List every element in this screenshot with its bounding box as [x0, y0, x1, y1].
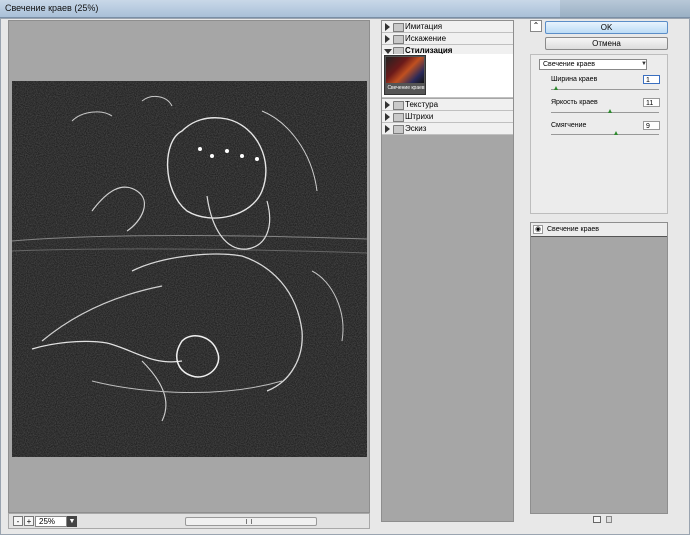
folder-icon: [393, 35, 404, 44]
folder-icon: [393, 101, 404, 110]
preview-toolbar: - + 25% ▼: [8, 513, 370, 529]
category-label: Имитация: [405, 22, 443, 31]
zoom-dropdown-arrow-icon[interactable]: ▼: [67, 516, 77, 527]
collapse-gallery-button[interactable]: ⌃: [530, 20, 542, 32]
category-sketch[interactable]: Эскиз: [382, 123, 513, 135]
filter-thumbnail-glowing-edges[interactable]: Свечение краев: [384, 55, 426, 95]
param-value-field[interactable]: 9: [643, 121, 660, 130]
chevron-right-icon: [385, 101, 390, 109]
window-title: Свечение краев (25%): [5, 3, 99, 13]
param-slider-knob[interactable]: [608, 109, 613, 113]
filter-settings-panel: Свечение краев ▼ Ширина краев 1 Яркость …: [530, 54, 668, 214]
effect-layer-row[interactable]: ◉ Свечение краев: [531, 223, 667, 237]
category-distortion[interactable]: Искажение: [382, 33, 513, 45]
param-label: Яркость краев: [551, 99, 598, 106]
category-label: Штрихи: [405, 112, 434, 121]
param-slider-knob[interactable]: [554, 86, 559, 90]
trash-icon[interactable]: [606, 516, 612, 523]
horizontal-scrollbar[interactable]: [185, 517, 317, 526]
category-label: Текстура: [405, 100, 439, 109]
category-label: Эскиз: [405, 124, 427, 133]
param-label: Ширина краев: [551, 76, 598, 83]
param-value-field[interactable]: 1: [643, 75, 660, 84]
scrollbar-grip-icon: [246, 519, 252, 524]
folder-icon: [393, 113, 404, 122]
param-slider-track[interactable]: [551, 89, 659, 90]
param-label: Смягчение: [551, 122, 587, 129]
param-value-field[interactable]: 11: [643, 98, 660, 107]
new-effect-layer-icon[interactable]: [593, 516, 601, 523]
eye-icon[interactable]: ◉: [533, 225, 543, 234]
param-slider-knob[interactable]: [613, 131, 618, 135]
chevron-right-icon: [385, 125, 390, 133]
zoom-out-button[interactable]: -: [13, 516, 23, 526]
filter-select-value: Свечение краев: [543, 61, 595, 68]
zoom-in-button[interactable]: +: [24, 516, 34, 526]
filter-gallery-list: Имитация Искажение Стилизация Свечение к…: [381, 20, 514, 522]
chevron-down-icon: ▼: [641, 61, 647, 67]
effect-layers-panel: ◉ Свечение краев: [530, 222, 668, 514]
chevron-right-icon: [385, 23, 390, 31]
category-imitation[interactable]: Имитация: [382, 21, 513, 33]
category-brush-strokes[interactable]: Штрихи: [382, 111, 513, 123]
ok-button[interactable]: OK: [545, 21, 668, 34]
window-controls[interactable]: [560, 0, 690, 17]
category-label: Искажение: [405, 34, 447, 43]
cancel-button[interactable]: Отмена: [545, 37, 668, 50]
folder-icon: [393, 23, 404, 32]
chevron-right-icon: [385, 35, 390, 43]
filter-select[interactable]: Свечение краев ▼: [539, 59, 647, 70]
glowing-edges-image: [12, 81, 367, 457]
zoom-level-field[interactable]: 25%: [35, 516, 67, 527]
preview-image: [12, 81, 367, 457]
filter-thumbnail-image: [386, 57, 424, 83]
preview-canvas[interactable]: [8, 20, 370, 513]
param-slider-track[interactable]: [551, 112, 659, 113]
param-slider-track[interactable]: [551, 134, 659, 135]
filter-thumbnail-caption: Свечение краев: [387, 85, 425, 91]
effect-layer-name: Свечение краев: [547, 226, 599, 233]
title-bar: Свечение краев (25%): [0, 0, 690, 18]
category-texture[interactable]: Текстура: [382, 99, 513, 111]
filter-thumbnails: Свечение краев: [382, 54, 513, 98]
folder-icon: [393, 125, 404, 134]
chevron-right-icon: [385, 113, 390, 121]
